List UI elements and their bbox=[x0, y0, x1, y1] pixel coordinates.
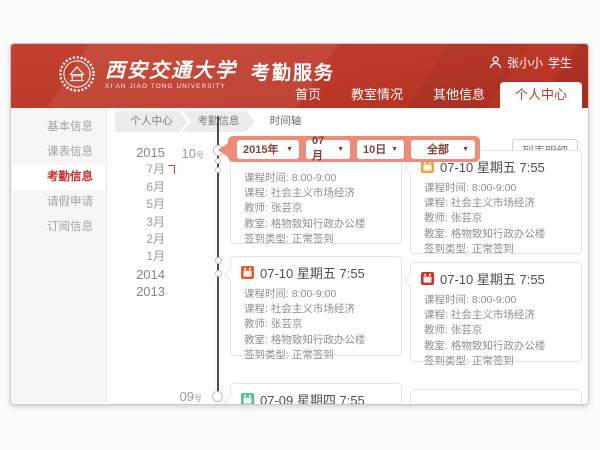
sidebar-item-basic-info[interactable]: 基本信息 bbox=[11, 115, 106, 140]
nav-tab-home[interactable]: 首页 bbox=[280, 82, 336, 108]
attendance-card[interactable]: 07-10 星期五 7:55 课程时间:8:00-9:00 课程:社会主义市场经… bbox=[410, 150, 582, 254]
type-dropdown[interactable]: 全部 ▼ bbox=[411, 140, 475, 159]
breadcrumb: 个人中心 考勤信息 时间轴 bbox=[115, 111, 378, 132]
breadcrumb-timeline[interactable]: 时间轴 bbox=[249, 111, 322, 132]
nav-tab-classrooms[interactable]: 教室情况 bbox=[336, 82, 418, 108]
sidebar-item-subscription-info[interactable]: 订阅信息 bbox=[11, 215, 106, 240]
day-marker-10: 10号 bbox=[171, 146, 204, 161]
attendance-card-partial bbox=[410, 389, 582, 405]
filter-bubble: 2015年 ▼ 07月 ▼ 10日 ▼ 全部 ▼ bbox=[228, 136, 480, 162]
timeline-node-small bbox=[215, 257, 222, 264]
timeline-node-large bbox=[212, 391, 223, 402]
date-nav-year-2015[interactable]: 2015 bbox=[111, 144, 165, 161]
user-info[interactable]: 张小小 学生 bbox=[489, 54, 572, 71]
sidebar: 基本信息 课表信息 考勤信息 请假申请 订阅信息 bbox=[11, 108, 107, 402]
timeline-node-small bbox=[215, 270, 222, 277]
date-nav-month-6[interactable]: 6月 bbox=[111, 179, 165, 196]
breadcrumb-ghost bbox=[316, 111, 378, 132]
day-dropdown[interactable]: 10日 ▼ bbox=[357, 140, 404, 159]
card-date: 07-10 星期五 7:55 bbox=[260, 263, 365, 282]
user-role: 学生 bbox=[548, 54, 572, 71]
nav-tab-other-info[interactable]: 其他信息 bbox=[418, 82, 500, 108]
year-dropdown[interactable]: 2015年 ▼ bbox=[237, 140, 299, 159]
month-dropdown[interactable]: 07月 ▼ bbox=[306, 140, 350, 159]
sidebar-item-leave-request[interactable]: 请假申请 bbox=[11, 190, 106, 215]
date-nav-year-2014[interactable]: 2014 bbox=[111, 266, 165, 283]
date-nav-month-2[interactable]: 2月 bbox=[111, 231, 165, 248]
card-date: 07-10 星期五 7:55 bbox=[440, 269, 545, 288]
attendance-status-calendar-icon bbox=[241, 266, 254, 279]
sidebar-item-schedule-info[interactable]: 课表信息 bbox=[11, 140, 106, 165]
caret-down-icon: ▼ bbox=[391, 146, 398, 153]
attendance-status-calendar-icon bbox=[421, 272, 434, 285]
app-header: 西安交通大学 XI'AN JIAO TONG UNIVERSITY 考勤服务 张… bbox=[11, 44, 588, 108]
date-nav-month-7[interactable]: 7月 bbox=[111, 161, 165, 178]
nav-tab-personal-center[interactable]: 个人中心 bbox=[500, 82, 582, 108]
date-nav-month-1[interactable]: 1月 bbox=[111, 248, 165, 265]
date-nav-year-2013[interactable]: 2013 bbox=[111, 283, 165, 300]
university-name-en: XI'AN JIAO TONG UNIVERSITY bbox=[105, 83, 237, 90]
caret-down-icon: ▼ bbox=[462, 146, 469, 153]
attendance-card[interactable]: 07-10 星期五 7:55 课程时间:8:00-9:00 课程:社会主义市场经… bbox=[230, 256, 402, 356]
caret-down-icon: ▼ bbox=[286, 146, 293, 153]
university-name: 西安交通大学 XI'AN JIAO TONG UNIVERSITY bbox=[105, 59, 237, 90]
sidebar-item-attendance-info[interactable]: 考勤信息 bbox=[11, 165, 106, 190]
screenshot-canvas: 西安交通大学 XI'AN JIAO TONG UNIVERSITY 考勤服务 张… bbox=[0, 0, 600, 450]
university-name-cn: 西安交通大学 bbox=[105, 59, 237, 81]
date-nav: 2015 7月 6月 5月 3月 2月 1月 2014 2013 bbox=[111, 144, 165, 301]
timeline-node-small bbox=[215, 167, 221, 173]
user-name: 张小小 bbox=[507, 54, 543, 71]
attendance-card[interactable]: 07-09 星期四 7:55 bbox=[230, 383, 402, 405]
main-nav: 首页 教室情况 其他信息 个人中心 bbox=[280, 82, 582, 108]
card-date: 07-09 星期四 7:55 bbox=[260, 390, 365, 406]
attendance-card[interactable]: 07-10 星期五 7:55 课程时间:8:00-9:00 课程:社会主义市场经… bbox=[410, 262, 582, 362]
caret-down-icon: ▼ bbox=[337, 146, 344, 153]
attendance-status-calendar-icon bbox=[241, 393, 254, 406]
current-month-marker bbox=[168, 165, 175, 174]
breadcrumb-personal-center[interactable]: 个人中心 bbox=[115, 111, 188, 132]
date-nav-month-3[interactable]: 3月 bbox=[111, 214, 165, 231]
university-emblem-icon bbox=[58, 55, 96, 93]
day-marker-09: 09号 bbox=[169, 389, 202, 404]
app-window: 西安交通大学 XI'AN JIAO TONG UNIVERSITY 考勤服务 张… bbox=[10, 43, 589, 405]
person-icon bbox=[489, 56, 502, 69]
filter-bubble-notch bbox=[218, 143, 228, 157]
timeline-node-small bbox=[215, 158, 221, 164]
date-nav-month-5[interactable]: 5月 bbox=[111, 196, 165, 213]
